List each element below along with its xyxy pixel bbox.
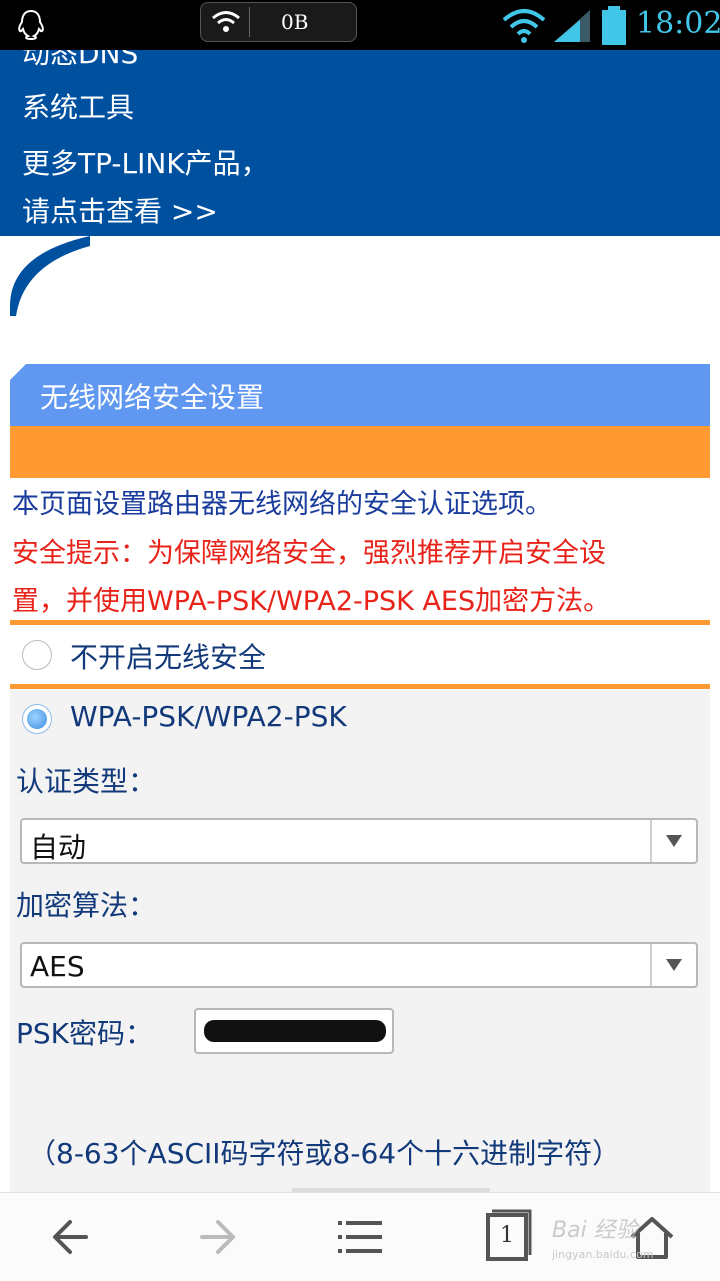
battery-icon	[602, 6, 626, 45]
router-menu: 动态DNS 系统工具 更多TP-LINK产品， 请点击查看 >>	[0, 50, 720, 236]
traffic-indicator: 0B	[200, 2, 357, 42]
tab-count: 1	[500, 1223, 514, 1248]
option-no-security[interactable]: 不开启无线安全	[10, 628, 710, 684]
radio-no-security[interactable]	[22, 640, 52, 670]
menu-item-more-products[interactable]: 更多TP-LINK产品，	[22, 142, 269, 182]
baidu-watermark: Bai 经验	[552, 1218, 638, 1243]
dropdown-arrow-icon[interactable]	[650, 944, 696, 986]
section-header: 无线网络安全设置	[10, 364, 710, 426]
encryption-value: AES	[30, 950, 85, 983]
radio-wpa-psk[interactable]	[22, 704, 52, 734]
forward-arrow-icon[interactable]	[186, 1207, 246, 1267]
divider	[249, 7, 250, 37]
menu-item-view-more-link[interactable]: 请点击查看 >>	[22, 190, 218, 230]
watermark-url: jingyan.baidu.com	[552, 1248, 654, 1261]
wifi-icon	[502, 9, 546, 43]
auth-type-label: 认证类型：	[16, 765, 157, 798]
menu-item-system-tools[interactable]: 系统工具	[22, 86, 134, 126]
redacted-password	[204, 1020, 386, 1042]
orange-banner	[10, 426, 710, 478]
dropdown-arrow-icon[interactable]	[650, 820, 696, 862]
page-description: 本页面设置路由器无线网络的安全认证选项。	[12, 489, 552, 520]
option-wpa-psk[interactable]: WPA-PSK/WPA2-PSK	[10, 692, 710, 748]
tabs-button[interactable]: 1	[478, 1207, 538, 1267]
encryption-label: 加密算法：	[16, 889, 157, 922]
security-warning: 安全提示：为保障网络安全，强烈推荐开启安全设 置，并使用WPA-PSK/WPA2…	[12, 530, 712, 626]
psk-label: PSK密码：	[16, 1017, 154, 1050]
option-label: 不开启无线安全	[70, 641, 267, 674]
wifi-icon	[212, 11, 240, 32]
page-title: 无线网络安全设置	[40, 381, 265, 414]
clock: 18:02	[636, 6, 720, 41]
auth-type-select[interactable]: 自动	[20, 818, 698, 864]
auth-type-value: 自动	[30, 831, 87, 864]
decorative-corner	[10, 236, 90, 316]
encryption-select[interactable]: AES	[20, 942, 698, 988]
psk-password-input[interactable]	[194, 1008, 394, 1054]
psk-hint: （8-63个ASCII码字符或8-64个十六进制字符）	[28, 1137, 621, 1170]
divider	[10, 620, 710, 625]
traffic-text: 0B	[281, 10, 309, 34]
signal-icon	[554, 10, 590, 42]
qq-icon	[18, 9, 44, 41]
warning-line-1: 安全提示：为保障网络安全，强烈推荐开启安全设	[12, 538, 606, 569]
menu-item-ddns[interactable]: 动态DNS	[22, 50, 138, 72]
back-arrow-icon[interactable]	[42, 1207, 102, 1267]
divider	[10, 684, 710, 689]
option-label: WPA-PSK/WPA2-PSK	[70, 700, 347, 733]
corner-notch	[10, 364, 26, 380]
menu-icon[interactable]	[330, 1207, 390, 1267]
warning-line-2: 置，并使用WPA-PSK/WPA2-PSK AES加密方法。	[12, 586, 611, 617]
status-bar: 0B 18:02	[0, 0, 720, 50]
